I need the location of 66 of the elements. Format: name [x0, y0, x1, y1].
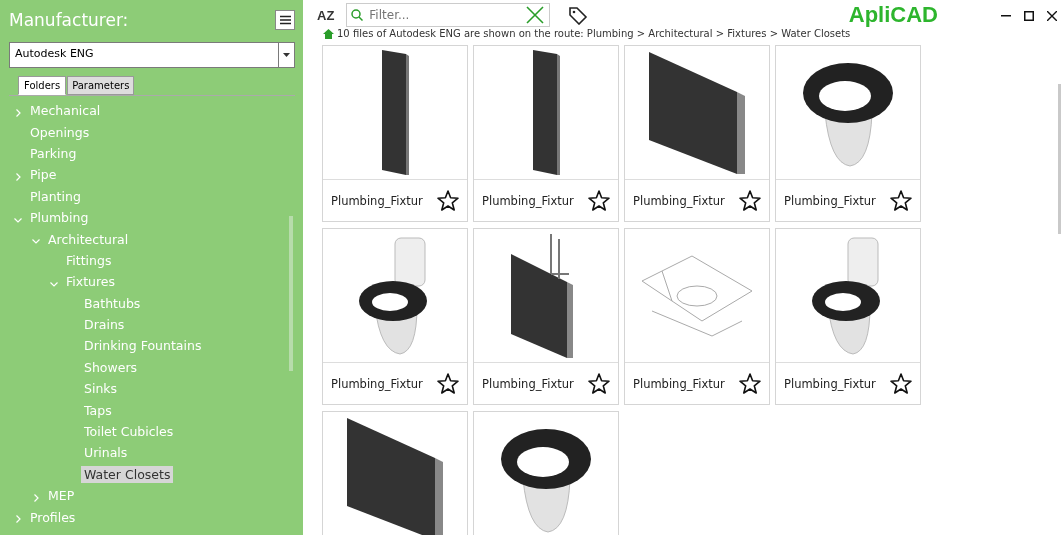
scrollbar-thumb[interactable] — [1058, 84, 1061, 234]
clear-icon[interactable] — [525, 5, 546, 25]
file-name: Plumbing_Fixtur — [633, 193, 725, 208]
menu-button[interactable] — [275, 10, 295, 30]
favorite-button[interactable] — [890, 190, 912, 211]
sidebar-title: Manufacturer: — [9, 10, 129, 30]
filter-field[interactable]: Filter... — [346, 3, 551, 27]
file-name: Plumbing_Fixtur — [331, 193, 423, 208]
tab[interactable]: Parameters — [67, 76, 135, 95]
tree-item[interactable]: Mechanical — [27, 102, 104, 120]
manufacturer-dropdown[interactable]: Autodesk ENG — [9, 42, 295, 68]
favorite-button[interactable] — [588, 190, 610, 211]
tree-item[interactable]: Fittings — [63, 251, 115, 269]
file-name: Plumbing_Fixtur — [482, 193, 574, 208]
favorite-button[interactable] — [437, 373, 459, 394]
scrollbar-thumb[interactable] — [289, 216, 293, 371]
tree-item[interactable]: Fixtures — [63, 273, 119, 291]
tag-icon[interactable] — [568, 5, 589, 25]
tree-item[interactable]: Planting — [27, 187, 84, 205]
tree-item[interactable]: Plumbing — [27, 209, 92, 227]
file-name: Plumbing_Fixtur — [633, 376, 725, 391]
close-icon — [1046, 11, 1057, 21]
tree-item[interactable]: Drains — [81, 316, 128, 334]
tree-item[interactable]: Toilet Cubicles — [81, 423, 177, 441]
sort-button[interactable]: AZ — [315, 7, 337, 23]
file-name: Plumbing_Fixtur — [331, 376, 423, 391]
favorite-button[interactable] — [739, 190, 761, 211]
tree-item[interactable]: Taps — [81, 401, 115, 419]
tree-item[interactable]: Drinking Fountains — [81, 337, 205, 355]
favorite-button[interactable] — [437, 190, 459, 211]
route-text: 10 files of Autodesk ENG are shown on the route: Plumbing > Architectural > Fixtures > Water Closets — [337, 28, 851, 39]
file-card[interactable] — [322, 411, 468, 535]
tree-item[interactable]: Profiles — [27, 508, 79, 526]
maximize-icon — [1023, 11, 1034, 21]
tree-item[interactable]: Architectural — [45, 230, 132, 248]
tab[interactable]: Folders — [18, 76, 67, 95]
tree-item[interactable]: Bathtubs — [81, 294, 144, 312]
tree-item[interactable]: Sinks — [81, 380, 121, 398]
tree-item[interactable]: Openings — [27, 123, 93, 141]
file-card[interactable]: Plumbing_Fixtur — [624, 45, 770, 222]
favorite-button[interactable] — [890, 373, 912, 394]
tree-item[interactable]: Urinals — [81, 444, 131, 462]
file-card[interactable]: Plumbing_Fixtur — [473, 228, 619, 405]
file-card[interactable]: Plumbing_Fixtur — [624, 228, 770, 405]
minimize-icon — [1000, 15, 1011, 17]
tree-item[interactable]: Parking — [27, 144, 80, 162]
file-card[interactable]: Plumbing_Fixtur — [775, 45, 921, 222]
file-card[interactable] — [473, 411, 619, 535]
file-card[interactable]: Plumbing_Fixtur — [473, 45, 619, 222]
menu-icon — [279, 15, 291, 25]
file-name: Plumbing_Fixtur — [784, 193, 876, 208]
favorite-button[interactable] — [739, 373, 761, 394]
file-name: Plumbing_Fixtur — [784, 376, 876, 391]
file-name: Plumbing_Fixtur — [482, 376, 574, 391]
tree-item[interactable]: Showers — [81, 358, 141, 376]
file-card[interactable]: Plumbing_Fixtur — [322, 228, 468, 405]
tree-item[interactable]: Water Closets — [81, 465, 174, 483]
file-card[interactable]: Plumbing_Fixtur — [322, 45, 468, 222]
file-card[interactable]: Plumbing_Fixtur — [775, 228, 921, 405]
home-icon[interactable] — [323, 28, 334, 39]
app-logo: ApliCAD — [848, 2, 938, 28]
caret-icon — [283, 53, 290, 57]
tree-item[interactable]: Pipe — [27, 166, 60, 184]
search-icon — [351, 9, 364, 21]
tree-item[interactable]: MEP — [45, 487, 78, 505]
favorite-button[interactable] — [588, 373, 610, 394]
